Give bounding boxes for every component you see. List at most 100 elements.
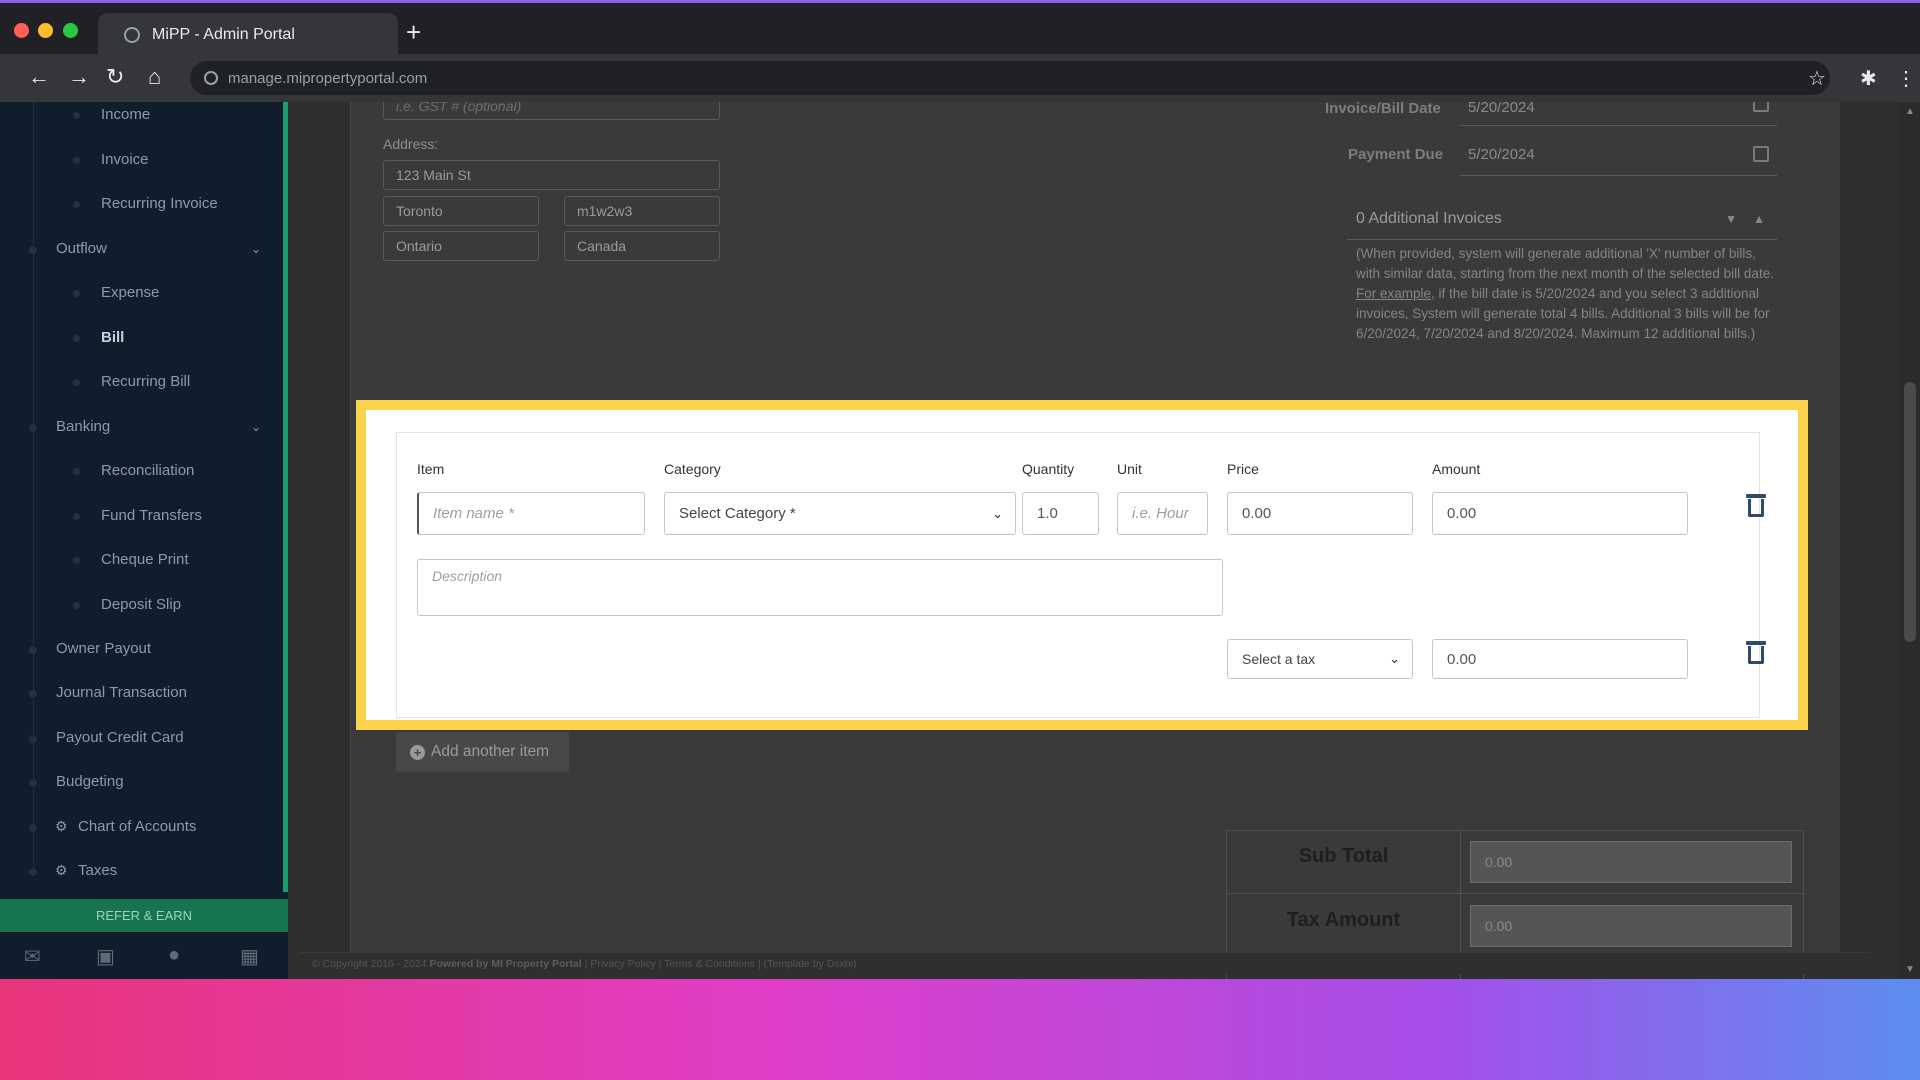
tree-dot [73,513,80,520]
forward-icon[interactable]: → [68,64,90,90]
calculator-icon[interactable]: ▦ [240,944,259,969]
plus-icon: + [410,744,425,760]
sidebar-item-expense[interactable]: Expense [0,284,283,301]
sidebar-item-label: Recurring Invoice [101,195,218,212]
tree-dot [73,557,80,564]
note-example-link[interactable]: For example [1356,286,1431,301]
sidebar-item-label: Bill [101,329,125,346]
street-input[interactable]: 123 Main St [383,160,720,190]
maximize-window-button[interactable] [63,23,78,38]
sidebar-item-chart-of-accounts[interactable]: ⚙ Chart of Accounts [0,818,283,835]
sidebar-item-bill[interactable]: Bill [0,329,283,346]
powered-by-link[interactable]: Powered by MI Property Portal [429,958,581,970]
scroll-thumb[interactable] [1904,382,1916,642]
chevron-down-icon[interactable]: ⌄ [251,420,261,434]
sidebar-item-label: Taxes [78,862,118,879]
refer-earn-button[interactable]: REFER & EARN [0,899,288,932]
sidebar-item-label: Fund Transfers [101,507,202,524]
page-scrollbar[interactable]: ▲ ▼ [1900,102,1920,979]
extensions-icon[interactable]: ✱ [1860,66,1877,91]
sidebar-item-deposit-slip[interactable]: Deposit Slip [0,596,283,613]
price-input[interactable]: 0.00 [1227,492,1413,535]
home-icon[interactable]: ⌂ [148,64,161,90]
sidebar-item-label: Owner Payout [56,640,152,657]
globe-icon [124,27,140,43]
close-window-button[interactable] [14,23,29,38]
tax-select[interactable]: Select a tax ⌄ [1227,639,1413,679]
description-textarea[interactable]: Description [417,559,1223,616]
url-text: manage.mipropertyportal.com [228,69,428,87]
sidebar-item-reconciliation[interactable]: Reconciliation [0,462,283,479]
briefcase-icon[interactable]: ▣ [96,944,115,969]
tree-dot [73,157,80,164]
minimize-window-button[interactable] [38,23,53,38]
copyright-text: © Copyright 2016 - 2024 [312,958,430,970]
category-select[interactable]: Select Category * ⌄ [664,492,1016,535]
delete-tax-icon[interactable] [1746,641,1766,664]
amount-input[interactable]: 0.00 [1432,492,1688,535]
sidebar-item-fund-transfers[interactable]: Fund Transfers [0,507,283,524]
sidebar-item-payout-credit-card[interactable]: Payout Credit Card [0,729,283,746]
mail-icon[interactable]: ✉ [24,944,41,969]
footer-links[interactable]: | Privacy Policy | Terms & Conditions | [582,958,764,970]
sidebar-item-budgeting[interactable]: Budgeting [0,773,283,790]
sidebar-item-invoice[interactable]: Invoice [0,151,283,168]
calendar-icon[interactable] [1753,102,1769,112]
sidebar-item-recurring-invoice[interactable]: Recurring Invoice [0,195,283,212]
totals-row-divider [1227,893,1805,894]
tree-dot [29,868,37,876]
address-bar[interactable]: manage.mipropertyportal.com [190,61,1830,95]
item-name-input[interactable]: Item name * [417,492,645,535]
scroll-down-icon[interactable]: ▼ [1905,964,1915,975]
tree-dot [29,646,37,654]
sidebar-item-outflow[interactable]: Outflow ⌄ [0,240,283,257]
reload-icon[interactable]: ↻ [106,64,124,90]
caret-up-icon[interactable]: ▲ [1753,206,1765,232]
payment-due-value: 5/20/2024 [1468,146,1535,163]
province-input[interactable]: Ontario [383,231,539,261]
sidebar-item-recurring-bill[interactable]: Recurring Bill [0,373,283,390]
sidebar-item-owner-payout[interactable]: Owner Payout [0,640,283,657]
tax-amount-input[interactable]: 0.00 [1432,639,1688,679]
sidebar-item-label: Recurring Bill [101,373,191,390]
gst-input[interactable]: i.e. GST # (optional) [383,102,720,120]
tree-dot [73,335,80,342]
tax-amount-value: 0.00 [1470,905,1792,947]
delete-item-icon[interactable] [1746,494,1766,517]
sidebar-item-taxes[interactable]: ⚙ Taxes [0,862,283,879]
back-icon[interactable]: ← [28,64,50,90]
theme-credit: (Template by Dsxhi) [763,958,857,970]
quantity-input[interactable]: 1.0 [1022,492,1099,535]
tree-dot [29,246,37,254]
site-info-icon[interactable] [204,71,218,85]
bookmark-star-icon[interactable]: ☆ [1808,66,1826,91]
note-text: (When provided, system will generate add… [1356,246,1774,281]
sidebar-item-banking[interactable]: Banking ⌄ [0,418,283,435]
sidebar-tree-line [33,102,34,872]
calendar-icon[interactable] [1753,146,1769,162]
chevron-down-icon[interactable]: ⌄ [251,242,261,256]
tax-amount-label: Tax Amount [1286,909,1401,931]
country-input[interactable]: Canada [564,231,720,261]
new-tab-button[interactable]: + [406,17,421,48]
add-item-button[interactable]: + Add another item [396,732,569,772]
browser-tab[interactable]: MiPP - Admin Portal [98,13,398,57]
sidebar-item-income[interactable]: Income [0,106,283,123]
add-item-label: Add another item [431,743,550,760]
sidebar-item-cheque-print[interactable]: Cheque Print [0,551,283,568]
user-icon[interactable]: ● [168,944,180,967]
sidebar-item-label: Payout Credit Card [56,729,184,746]
scroll-up-icon[interactable]: ▲ [1905,106,1915,117]
city-input[interactable]: Toronto [383,196,539,226]
caret-down-icon[interactable]: ▼ [1725,206,1737,232]
unit-input[interactable]: i.e. Hour [1117,492,1208,535]
payment-due-input[interactable]: 5/20/2024 [1460,142,1777,176]
sidebar-item-label: Budgeting [56,773,124,790]
bill-date-input[interactable]: 5/20/2024 [1460,102,1777,126]
sidebar-item-journal-transaction[interactable]: Journal Transaction [0,684,283,701]
additional-invoices-select[interactable]: 0 Additional Invoices ▼ ▲ [1347,206,1777,240]
tree-dot [29,824,37,832]
postal-input[interactable]: m1w2w3 [564,196,720,226]
payment-due-label: Payment Due [1348,146,1444,163]
menu-icon[interactable]: ⋮ [1896,66,1916,91]
